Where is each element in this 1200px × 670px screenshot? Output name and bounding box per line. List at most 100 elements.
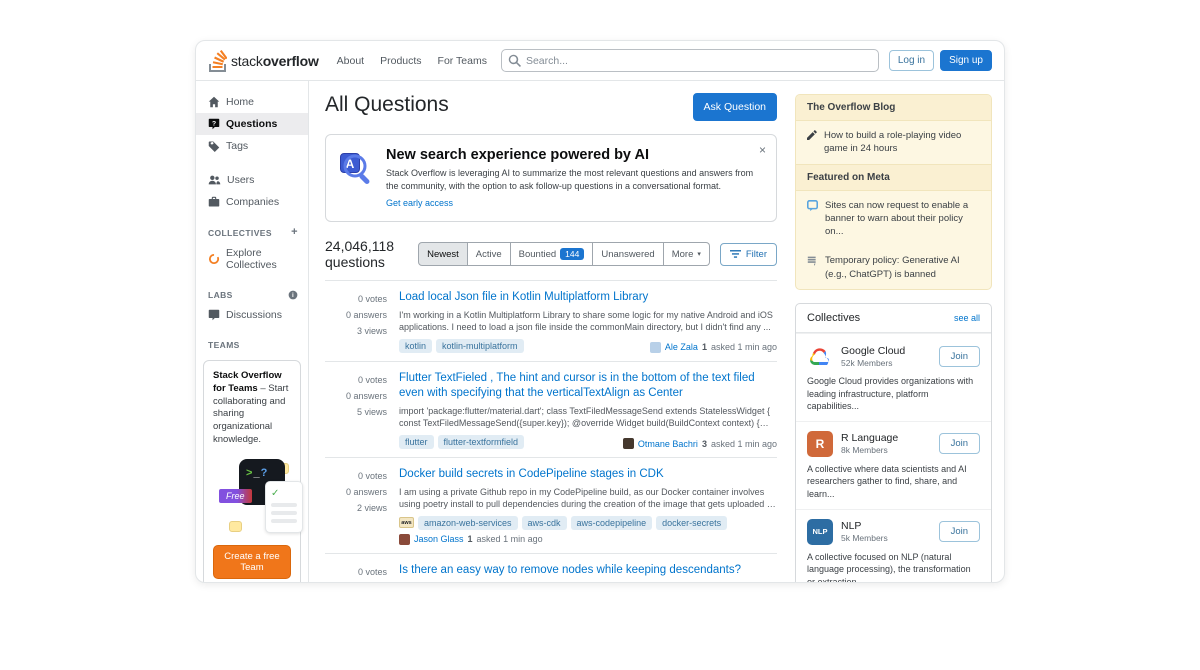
tag[interactable]: kotlin-multiplatform: [436, 339, 524, 353]
collective-name[interactable]: R Language: [841, 432, 898, 445]
see-all-link[interactable]: see all: [954, 313, 980, 323]
auth-buttons: Log in Sign up: [889, 50, 992, 71]
collectives-icon: [208, 253, 220, 265]
tag[interactable]: flutter: [399, 435, 434, 449]
teams-section-header: TEAMS: [196, 336, 308, 354]
stackexchange-icon: [807, 255, 818, 266]
tab-newest[interactable]: Newest: [418, 242, 468, 266]
ai-search-icon: A: [340, 153, 374, 187]
sidebar-item-label: Home: [226, 96, 254, 108]
banner-body: Stack Overflow is leveraging AI to summa…: [386, 167, 764, 193]
info-icon[interactable]: i: [288, 290, 298, 300]
question-views: 2 views: [325, 500, 387, 516]
question-row: 0 votes 0 answers 3 views Load local Jso…: [325, 280, 777, 361]
tab-bountied[interactable]: Bountied144: [511, 242, 594, 266]
tag[interactable]: aws-cdk: [522, 516, 567, 530]
login-button[interactable]: Log in: [889, 50, 934, 71]
tab-active[interactable]: Active: [468, 242, 511, 266]
stackoverflow-logo[interactable]: stackoverflow: [208, 50, 319, 72]
collective-description: A collective where data scientists and A…: [807, 463, 980, 501]
nav-link-products[interactable]: Products: [380, 55, 421, 67]
collective-item: R R Language 8k Members Join A collectiv…: [796, 421, 991, 509]
tab-more[interactable]: More▾: [664, 242, 710, 266]
collective-name[interactable]: Google Cloud: [841, 345, 905, 358]
nav-link-about[interactable]: About: [337, 55, 364, 67]
sidebar-item-users[interactable]: Users: [196, 169, 308, 191]
logo-text: stackoverflow: [231, 53, 319, 69]
question-answers: 0 answers: [325, 388, 387, 404]
question-count: 24,046,118 questions: [325, 238, 418, 270]
collective-name[interactable]: NLP: [841, 520, 888, 533]
user-link[interactable]: Ale Zala: [665, 342, 698, 352]
sidebar-item-label: Users: [227, 174, 254, 186]
blog-item[interactable]: How to build a role-playing video game i…: [796, 121, 991, 164]
filter-button[interactable]: Filter: [720, 243, 777, 266]
meta-item[interactable]: Temporary policy: Generative AI (e.g., C…: [796, 246, 991, 289]
sidebar-item-discussions[interactable]: Discussions: [196, 304, 308, 326]
discussions-icon: [208, 309, 220, 321]
question-title-link[interactable]: Is there an easy way to remove nodes whi…: [399, 563, 777, 579]
get-early-access-link[interactable]: Get early access: [386, 198, 453, 208]
search-input[interactable]: [501, 49, 879, 72]
user-link[interactable]: Jason Glass: [414, 534, 464, 544]
question-title-link[interactable]: Load local Json file in Kotlin Multiplat…: [399, 290, 777, 306]
join-button[interactable]: Join: [939, 521, 980, 542]
sidebar-item-tags[interactable]: Tags: [196, 135, 308, 157]
tag[interactable]: aws-codepipeline: [571, 516, 653, 530]
user-reputation: 1: [702, 342, 707, 352]
teams-promo-card: Stack Overflow for Teams – Start collabo…: [203, 360, 301, 583]
filter-icon: [730, 249, 741, 259]
question-title-link[interactable]: Flutter TextFieled , The hint and cursor…: [399, 371, 777, 402]
sidebar-item-label: Explore Collectives: [226, 247, 300, 271]
question-title-link[interactable]: Docker build secrets in CodePipeline sta…: [399, 467, 777, 483]
r-language-icon: R: [807, 431, 833, 457]
collective-item: NLP NLP 5k Members Join A collective foc…: [796, 509, 991, 583]
tag[interactable]: docker-secrets: [656, 516, 727, 530]
sidebar-item-companies[interactable]: Companies: [196, 191, 308, 213]
question-list: 0 votes 0 answers 3 views Load local Jso…: [325, 280, 777, 583]
teams-illustration: >_? Free ✓: [213, 455, 291, 541]
question-answers: 0 answers: [325, 484, 387, 500]
join-button[interactable]: Join: [939, 433, 980, 454]
question-votes: 0 votes: [325, 372, 387, 388]
meta-item[interactable]: Sites can now request to enable a banner…: [796, 191, 991, 247]
ai-search-banner: A New search experience powered by AI St…: [325, 134, 777, 222]
user-avatar[interactable]: [399, 534, 410, 545]
sidebar-item-explore-collectives[interactable]: Explore Collectives: [196, 242, 308, 276]
user-link[interactable]: Otmane Bachri: [638, 439, 698, 449]
question-row: 0 votes 0 answers 5 views Flutter TextFi…: [325, 361, 777, 457]
question-attribution: Ale Zala 1 asked 1 min ago: [650, 342, 777, 353]
comment-icon: [807, 200, 818, 211]
right-sidebar: The Overflow Blog How to build a role-pl…: [787, 81, 1004, 582]
question-excerpt: I'm working in a Kotlin Multiplatform Li…: [399, 309, 777, 334]
users-icon: [208, 174, 221, 186]
left-sidebar: Home ? Questions Tags Users Companies CO…: [196, 81, 309, 582]
top-nav: stackoverflow About Products For Teams L…: [196, 41, 1004, 81]
collectives-header: Collectives: [807, 312, 860, 324]
tag[interactable]: kotlin: [399, 339, 432, 353]
question-excerpt: import 'package:flutter/material.dart'; …: [399, 405, 777, 430]
user-avatar[interactable]: [623, 438, 634, 449]
collectives-widget: Collectives see all: [795, 303, 992, 583]
join-button[interactable]: Join: [939, 346, 980, 367]
close-icon[interactable]: ×: [759, 143, 766, 157]
teams-promo-text: Stack Overflow for Teams – Start collabo…: [213, 370, 291, 447]
sidebar-item-questions[interactable]: ? Questions: [196, 113, 308, 135]
tags-icon: [208, 140, 220, 152]
tag[interactable]: flutter-textformfield: [438, 435, 525, 449]
tag[interactable]: amazon-web-services: [418, 516, 518, 530]
pencil-icon: [807, 130, 817, 140]
sidebar-item-label: Companies: [226, 196, 279, 208]
sidebar-item-home[interactable]: Home: [196, 91, 308, 113]
signup-button[interactable]: Sign up: [940, 50, 992, 71]
ask-question-button[interactable]: Ask Question: [693, 93, 777, 121]
create-free-team-button[interactable]: Create a free Team: [213, 545, 291, 579]
question-views: 3 views: [325, 323, 387, 339]
add-collective-icon[interactable]: +: [291, 227, 298, 238]
nav-link-for-teams[interactable]: For Teams: [438, 55, 487, 67]
question-votes: 0 votes: [325, 564, 387, 580]
tab-unanswered[interactable]: Unanswered: [593, 242, 663, 266]
banner-title: New search experience powered by AI: [386, 147, 764, 163]
user-avatar[interactable]: [650, 342, 661, 353]
question-tags: kotlin kotlin-multiplatform: [399, 339, 524, 353]
